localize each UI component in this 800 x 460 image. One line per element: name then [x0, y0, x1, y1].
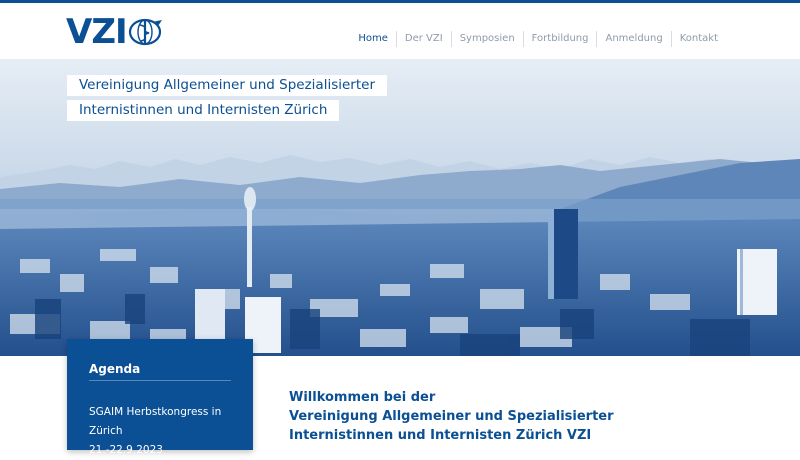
welcome-heading: Willkommen bei der Vereinigung Allgemein… [289, 388, 614, 445]
nav-anmeldung[interactable]: Anmeldung [596, 31, 670, 47]
hero-title-line-2: Internistinnen und Internisten Zürich [67, 100, 340, 121]
welcome-line-1: Willkommen bei der [289, 390, 436, 405]
hero-banner: Vereinigung Allgemeiner und Spezialisier… [0, 59, 800, 356]
nav-kontakt[interactable]: Kontakt [670, 31, 726, 47]
agenda-box: Agenda SGAIM Herbstkongress in Zürich 21… [67, 339, 253, 456]
logo-text: VZI [66, 12, 128, 52]
hero-title-line-1: Vereinigung Allgemeiner und Spezialisier… [67, 75, 387, 96]
welcome-line-3: Internistinnen und Internisten Zürich VZ… [289, 428, 592, 443]
welcome-line-2: Vereinigung Allgemeiner und Spezialisier… [289, 409, 614, 424]
agenda-item-date: 21.-22.9.2023 [89, 444, 163, 456]
nav-symposien[interactable]: Symposien [450, 31, 523, 47]
main-navigation: Home Der VZI Symposien Fortbildung Anmel… [350, 31, 726, 47]
agenda-item-link[interactable]: SGAIM Herbstkongress in Zürich 21.-22.9.… [89, 403, 239, 460]
nav-fortbildung[interactable]: Fortbildung [522, 31, 597, 47]
agenda-heading: Agenda [89, 362, 141, 376]
nav-home[interactable]: Home [350, 31, 396, 47]
agenda-divider [89, 380, 231, 381]
site-header: VZI Home Der VZI Symposien Fortbildung A… [0, 3, 800, 59]
agenda-item-location: Zürich [89, 425, 123, 437]
agenda-item-title: SGAIM Herbstkongress in [89, 406, 222, 418]
caduceus-emblem-icon [128, 18, 162, 46]
vzi-logo[interactable]: VZI [66, 15, 164, 49]
nav-der-vzi[interactable]: Der VZI [395, 31, 451, 47]
